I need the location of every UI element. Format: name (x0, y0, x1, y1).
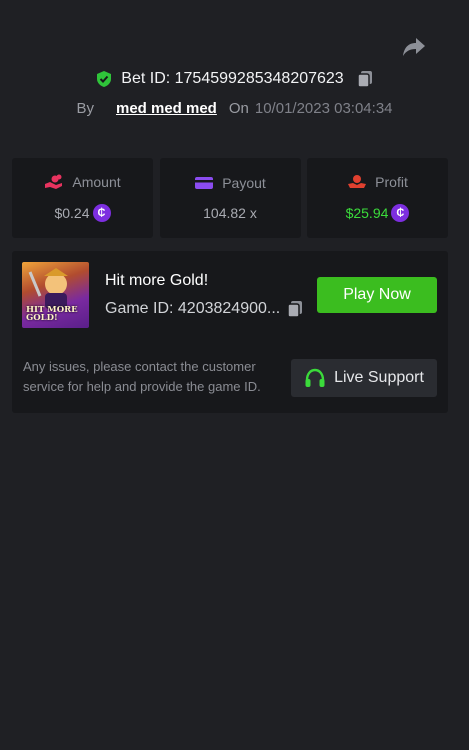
by-label: By (76, 99, 94, 117)
on-label: On (228, 99, 249, 117)
card-icon (194, 175, 214, 191)
profit-stat: Profit $25.94 ₵ (307, 158, 448, 238)
payout-label: Payout (222, 175, 266, 191)
live-support-label: Live Support (334, 369, 424, 386)
support-help-text: Any issues, please contact the customer … (23, 359, 261, 394)
copy-game-id-button[interactable] (286, 300, 304, 318)
profit-label: Profit (375, 174, 408, 190)
game-title: Hit more Gold! (105, 272, 209, 289)
username-link[interactable]: med med med (116, 100, 217, 117)
amount-value: $0.24 (54, 205, 90, 221)
bet-stats: Amount $0.24 ₵ Payout 104.82 x Profit $2… (12, 158, 448, 238)
game-thumbnail[interactable]: HIT MORE GOLD! (22, 262, 89, 328)
copy-icon (356, 71, 372, 88)
share-button[interactable] (401, 36, 427, 58)
copy-icon (287, 301, 303, 318)
coin-icon: ₵ (391, 204, 410, 222)
profit-hand-icon (347, 174, 367, 190)
bet-detail-page: Bet ID: 1754599285348207623 By med med m… (0, 0, 469, 750)
payout-value: 104.82 x (203, 205, 257, 221)
bet-datetime: 10/01/2023 03:04:34 (254, 99, 393, 117)
bet-id-row: Bet ID: 1754599285348207623 (0, 68, 469, 90)
game-id: Game ID: 4203824900... (105, 300, 281, 317)
game-card: HIT MORE GOLD! Hit more Gold! Game ID: 4… (12, 251, 448, 413)
live-support-button[interactable]: Live Support (291, 359, 437, 397)
amount-label: Amount (72, 174, 121, 190)
bettor-row: By med med med On 10/01/2023 03:04:34 (0, 97, 469, 119)
play-now-button[interactable]: Play Now (317, 277, 437, 313)
verified-shield-icon (95, 70, 113, 88)
bet-id: Bet ID: 1754599285348207623 (121, 70, 344, 87)
payout-stat: Payout 104.82 x (159, 158, 301, 238)
amount-stat: Amount $0.24 ₵ (12, 158, 153, 238)
profit-value: $25.94 (345, 205, 389, 221)
copy-bet-id-button[interactable] (356, 70, 374, 88)
headset-icon (304, 368, 326, 388)
coin-icon: ₵ (92, 204, 111, 222)
game-id-row: Game ID: 4203824900... (105, 300, 304, 318)
thumbnail-title: HIT MORE GOLD! (26, 305, 78, 323)
coins-hand-icon (44, 174, 64, 190)
share-icon (403, 38, 425, 56)
